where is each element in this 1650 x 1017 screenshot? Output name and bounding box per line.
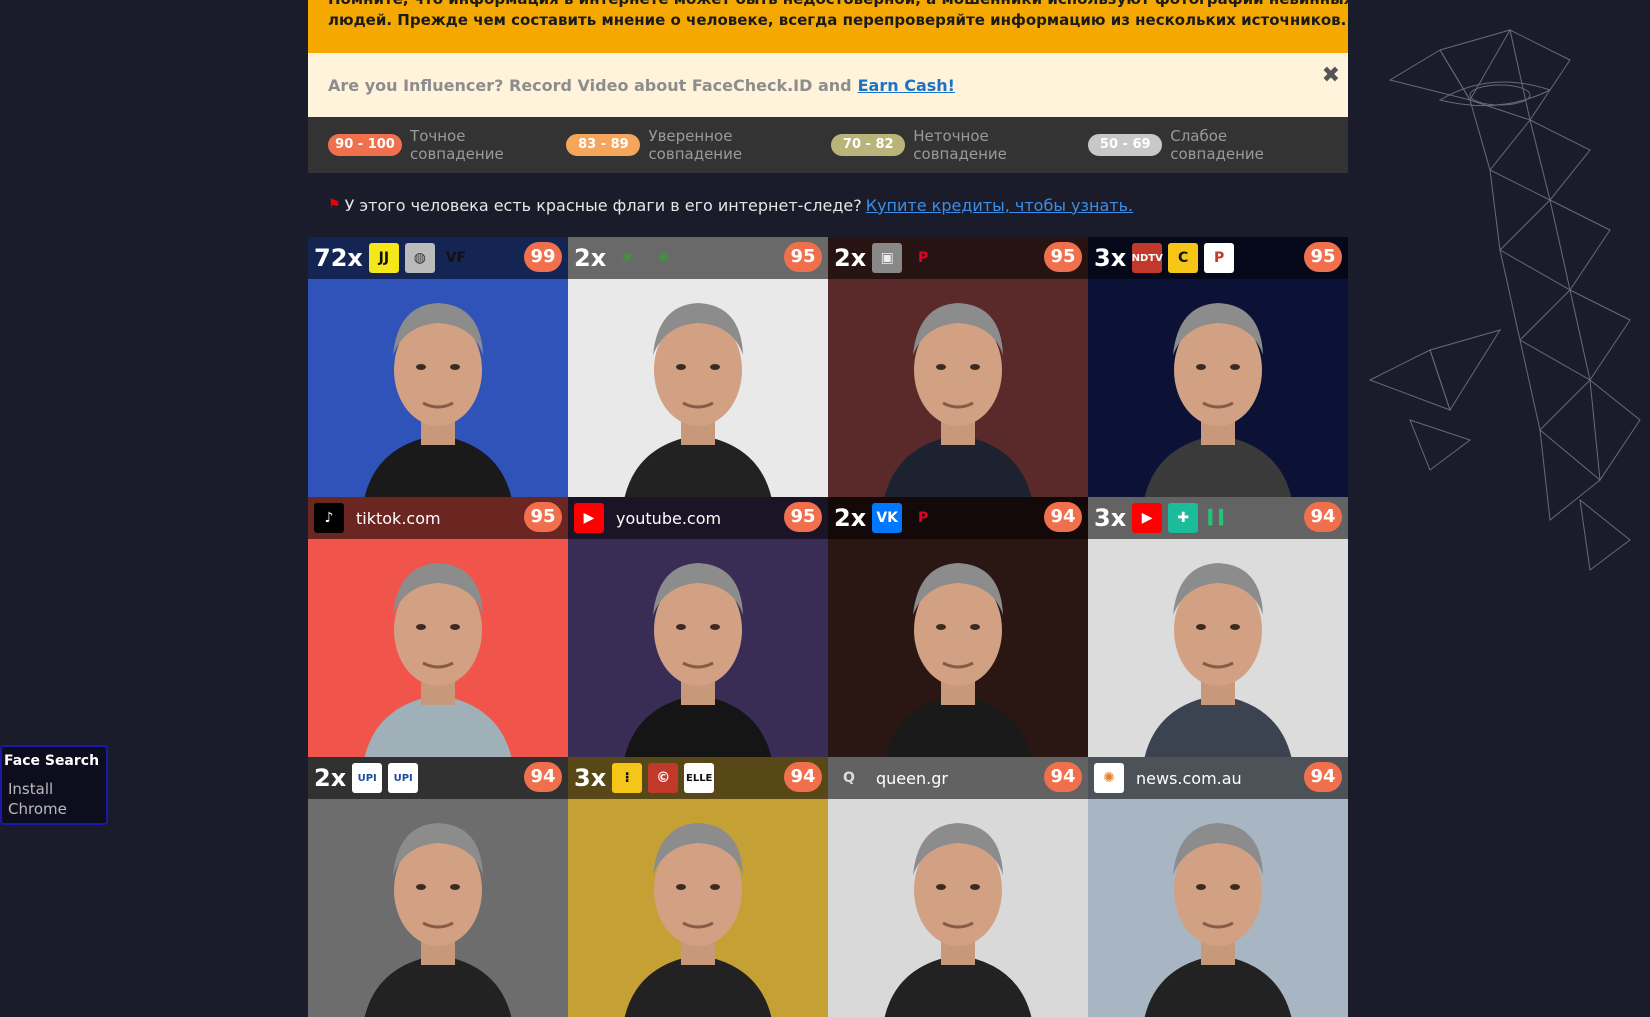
result-tile[interactable]: 3x ▶ ✚ ▍▍ 94 [1088, 497, 1348, 757]
photo-icon: ▣ [872, 243, 903, 273]
result-tile[interactable]: ▶ youtube.com 95 [568, 497, 828, 757]
polygon-face-art [1368, 29, 1641, 571]
green-icon: ▍▍ [1208, 510, 1230, 526]
main-content: Помните, что информация в интернете може… [308, 0, 1348, 1017]
match-score-badge: 94 [1044, 502, 1082, 532]
youtube-icon: ▶ [574, 503, 604, 533]
result-count: 3x [1094, 504, 1127, 532]
result-count: 3x [1094, 244, 1127, 272]
match-score-badge: 94 [1304, 762, 1342, 792]
dots-icon: ⁝ [612, 763, 643, 793]
match-score-badge: 94 [1044, 762, 1082, 792]
result-tile[interactable]: 2x VK P 94 [828, 497, 1088, 757]
result-tile[interactable]: 2x UPI UPI 94 [308, 757, 568, 1017]
legend-pill-weak: 50 - 69 [1088, 134, 1163, 156]
result-tile[interactable]: Qqueen.gr 94 [828, 757, 1088, 1017]
legend-label-weak: Слабое совпадение [1170, 127, 1264, 163]
face-search-title: Face Search [4, 753, 100, 769]
result-count: 3x [574, 764, 607, 792]
influencer-banner: Are you Influencer? Record Video about F… [308, 53, 1348, 117]
lotus-icon: ❀ [621, 250, 634, 266]
result-count: 2x [834, 244, 867, 272]
result-count: 2x [574, 244, 607, 272]
vf-icon: VF [445, 250, 467, 266]
result-site: queen.gr [876, 768, 948, 788]
match-score-badge: 94 [784, 762, 822, 792]
match-score-badge: 94 [524, 762, 562, 792]
result-site: news.com.au [1136, 768, 1242, 788]
face-search-panel: Face Search Install Chrome [0, 745, 108, 825]
legend-pill-exact: 90 - 100 [328, 134, 403, 156]
copyright-icon: © [648, 763, 679, 793]
result-count: 2x [834, 504, 867, 532]
newscomau-icon: ✺ [1094, 763, 1124, 793]
red-flag-notice: ⚑ У этого человека есть красные флаги в … [308, 173, 1348, 237]
vk-icon: VK [872, 503, 903, 533]
score-legend: 90 - 100 Точное совпадение 83 - 89 Увере… [308, 117, 1348, 173]
result-tile[interactable]: 72x JJ ◍ VF 99 [308, 237, 568, 497]
legend-label-exact: Точное совпадение [410, 127, 504, 163]
match-score-badge: 94 [1304, 502, 1342, 532]
result-tile[interactable]: ✺ news.com.au 94 [1088, 757, 1348, 1017]
install-chrome-button[interactable]: Install Chrome [8, 779, 106, 819]
earn-cash-link[interactable]: Earn Cash! [858, 76, 955, 95]
influencer-text: Are you Influencer? Record Video about F… [328, 75, 852, 95]
match-score-badge: 95 [784, 502, 822, 532]
lotus-icon: ❀ [657, 250, 670, 266]
legend-pill-confident: 83 - 89 [566, 134, 641, 156]
result-tile[interactable]: 2x ❀ ❀ 95 [568, 237, 828, 497]
p-icon: P [1204, 243, 1235, 273]
match-score-badge: 95 [524, 502, 562, 532]
result-tile[interactable]: 3x ⁝ © ELLE 94 [568, 757, 828, 1017]
jj-icon: JJ [368, 243, 399, 273]
red-flag-text: У этого человека есть красные флаги в ег… [344, 195, 862, 215]
result-site: tiktok.com [356, 508, 441, 528]
red-flag-icon: ⚑ [328, 197, 341, 213]
result-count: 72x [314, 244, 363, 272]
match-score-badge: 99 [524, 242, 562, 272]
warning-line-2: людей. Прежде чем составить мнение о чел… [328, 11, 1347, 29]
result-tile[interactable]: 3x NDTV C P 95 [1088, 237, 1348, 497]
results-grid: 72x JJ ◍ VF 99 2x ❀ ❀ 95 2x ▣ P 95 3x NDTV C P 95 ♪ tiktok.… [308, 237, 1348, 1017]
match-score-badge: 95 [1044, 242, 1082, 272]
result-count: 2x [314, 764, 347, 792]
install-line-2: Chrome [8, 800, 67, 818]
upi-icon: UPI [388, 763, 419, 793]
pinterest-icon: P [918, 250, 929, 266]
globe-icon: ◍ [404, 243, 435, 273]
warning-line-1: Помните, что информация в интернете може… [328, 0, 1348, 10]
result-tile[interactable]: ♪ tiktok.com 95 [308, 497, 568, 757]
close-icon[interactable]: ✖ [1322, 63, 1340, 88]
result-site: youtube.com [616, 508, 722, 528]
plus-icon: ✚ [1168, 503, 1199, 533]
tiktok-icon: ♪ [314, 503, 344, 533]
youtube-icon: ▶ [1132, 503, 1163, 533]
pinterest-icon: P [918, 510, 929, 526]
legend-pill-inexact: 70 - 82 [831, 134, 906, 156]
result-tile[interactable]: 2x ▣ P 95 [828, 237, 1088, 497]
ndtv-icon: NDTV [1132, 243, 1163, 273]
elle-icon: ELLE [684, 763, 715, 793]
legend-label-confident: Уверенное совпадение [648, 127, 743, 163]
legend-label-inexact: Неточное совпадение [913, 127, 1007, 163]
buy-credits-link[interactable]: Купите кредиты, чтобы узнать. [866, 196, 1133, 215]
install-line-1: Install [8, 780, 54, 798]
c-icon: C [1168, 243, 1199, 273]
warning-banner: Помните, что информация в интернете може… [308, 0, 1348, 53]
queen-icon: Q [843, 770, 855, 786]
upi-icon: UPI [352, 763, 383, 793]
match-score-badge: 95 [784, 242, 822, 272]
match-score-badge: 95 [1304, 242, 1342, 272]
